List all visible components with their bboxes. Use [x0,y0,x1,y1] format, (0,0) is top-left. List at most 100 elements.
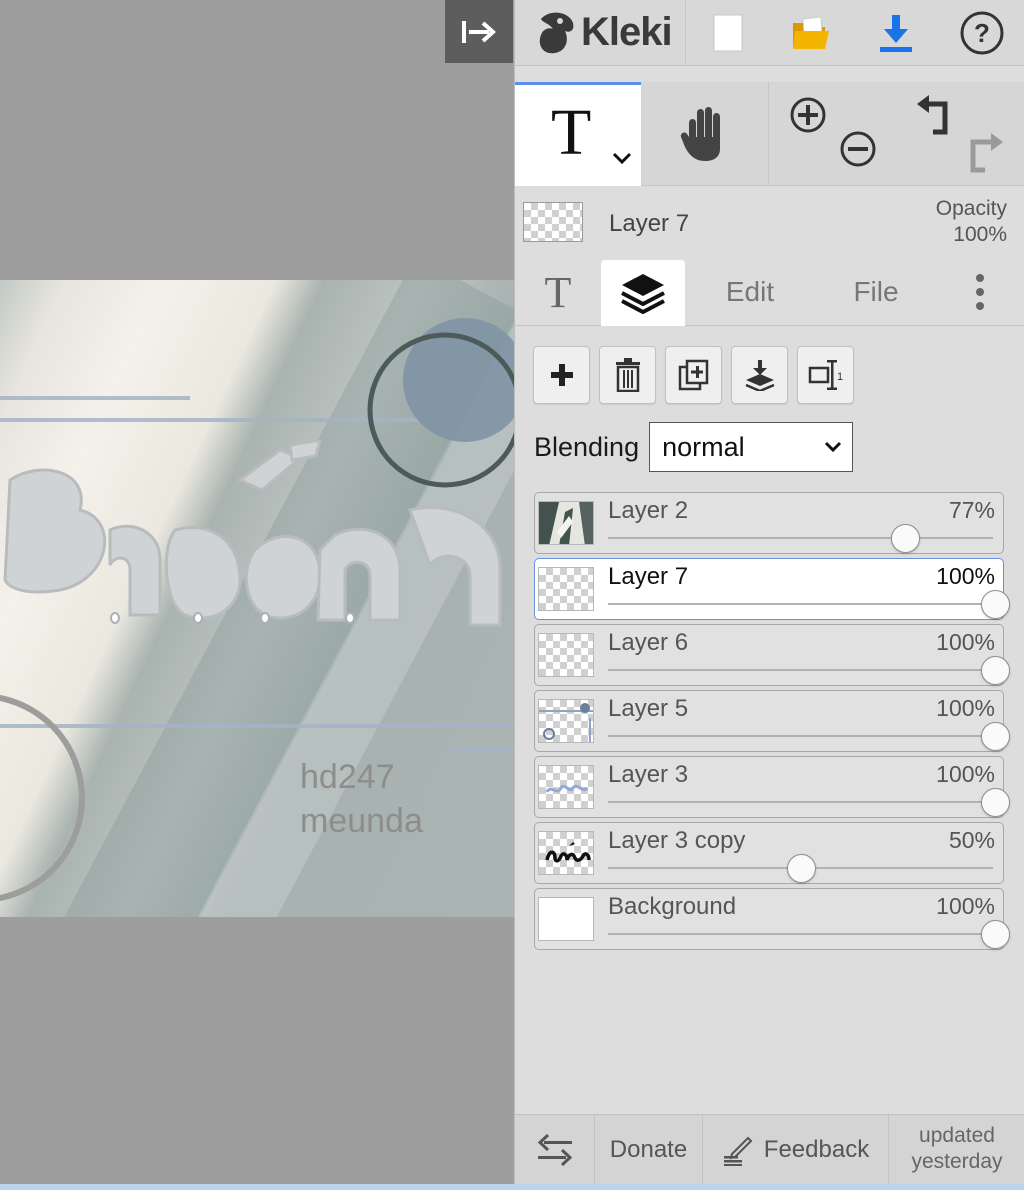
undo-button[interactable] [915,94,955,141]
kleki-logo-icon [539,12,574,54]
opacity-slider-track[interactable] [608,669,993,671]
update-status-line1: updated [919,1124,995,1147]
feedback-label: Feedback [763,1136,870,1163]
rename-icon: 1 [808,360,843,390]
layer-opacity: 77% [948,497,995,523]
merge-down-button[interactable] [731,346,788,404]
layer-opacity: 100% [936,893,995,919]
drawing-canvas[interactable]: hd247 meunda [0,280,514,917]
opacity-slider-handle[interactable] [980,590,1010,619]
opacity-slider-handle[interactable] [980,920,1010,949]
opacity-slider-track[interactable] [608,801,993,803]
hand-tool-button[interactable] [641,82,769,186]
layer-name: Layer 5 [608,695,689,722]
add-layer-button[interactable] [533,346,590,404]
artwork-text-line1: hd247 [300,758,395,796]
panel-tabs: T Edit File [515,258,1024,326]
opacity-slider-track[interactable] [608,537,993,539]
opacity-slider-track[interactable] [608,735,993,737]
app-logo[interactable]: Kleki [535,8,673,56]
update-status-line2: yesterday [911,1150,1003,1173]
top-bar: Kleki ? [515,0,1024,66]
svg-text:?: ? [974,18,990,48]
text-tool-button[interactable]: T [515,82,641,186]
layer-row[interactable]: Layer 5 100% [534,690,1010,752]
trash-icon [615,358,640,392]
layer-row[interactable]: Layer 7 100% [534,558,1010,620]
layer-thumbnail [538,699,594,743]
download-icon [880,15,912,52]
duplicate-layer-button[interactable] [665,346,722,404]
redo-button[interactable] [965,132,1005,179]
redo-icon [970,133,1003,173]
hand-icon [680,107,720,161]
layer-name: Layer 3 copy [608,827,746,854]
open-image-button[interactable] [769,0,853,66]
current-layer-info: Layer 7 Opacity 100% [515,190,1024,258]
feedback-button[interactable]: Feedback [703,1115,889,1185]
layer-name: Layer 7 [608,563,689,590]
canvas-area[interactable]: hd247 meunda [0,0,514,1190]
merge-down-icon [745,360,774,391]
zoom-out-button[interactable] [839,130,877,173]
opacity-slider-track[interactable] [608,603,993,605]
layer-thumbnail [538,633,594,677]
opacity-slider-track[interactable] [608,933,993,935]
layer-row[interactable]: Background 100% [534,888,1010,950]
new-image-button[interactable] [685,0,769,66]
tab-layers[interactable] [601,260,685,326]
zoom-in-button[interactable] [789,96,827,139]
layer-opacity: 100% [936,761,995,787]
help-button[interactable]: ? [939,0,1024,66]
tab-file[interactable]: File [821,258,931,326]
delete-layer-button[interactable] [599,346,656,404]
layer-row[interactable]: Layer 3 100% [534,756,1010,818]
tab-edit[interactable]: Edit [695,258,805,326]
opacity-slider-handle[interactable] [787,854,816,883]
opacity-slider-handle[interactable] [980,788,1010,817]
layer-list: Layer 2 77% Layer 7 100% Layer 6 100% La… [534,492,1010,954]
collapse-sidebar-button[interactable] [445,0,513,63]
artwork-lettering [3,440,502,627]
current-layer-name: Layer 7 [609,210,690,237]
opacity-slider-handle[interactable] [980,722,1010,751]
layer-name: Layer 3 [608,761,689,788]
tool-row: T [515,82,1024,186]
more-menu-button[interactable] [955,258,1005,326]
donate-button[interactable]: Donate [595,1115,703,1185]
new-image-icon [713,14,742,52]
blending-value: normal [662,431,745,462]
chevron-down-icon[interactable] [611,151,633,165]
layer-thumbnail [538,765,594,809]
bottom-strip [0,1184,1024,1190]
footer: Donate Feedback updated yesterday [515,1114,1024,1185]
opacity-slider-handle[interactable] [891,524,921,553]
duplicate-icon [678,359,708,391]
layer-name: Background [608,893,737,920]
undo-icon [917,95,948,135]
update-status[interactable]: updated yesterday [889,1115,1024,1185]
layer-row[interactable]: Layer 2 77% [534,492,1004,554]
layer-row[interactable]: Layer 3 copy 50% [534,822,1004,884]
rename-layer-button[interactable]: 1 [797,346,854,404]
swap-arrows-icon [537,1133,572,1167]
zoom-out-icon [840,131,876,167]
layer-thumbnail [538,831,594,875]
current-layer-thumbnail [523,202,583,242]
tab-text-tool[interactable]: T [515,258,601,326]
swap-side-button[interactable] [515,1115,595,1185]
opacity-value: 100% [953,223,1007,246]
plus-icon [550,364,573,386]
layer-row[interactable]: Layer 6 100% [534,624,1010,686]
text-tool-glyph: T [551,96,592,169]
layers-icon [621,274,665,314]
opacity-slider-handle[interactable] [980,656,1010,685]
opacity-readout: Opacity 100% [936,196,1007,248]
save-download-button[interactable] [853,0,939,66]
layer-actions: 1 [533,346,854,404]
blending-select[interactable]: normal [649,422,854,472]
help-icon: ? [960,11,1004,55]
sidebar: Kleki ? T Layer 7 Opacity 100% T Edit Fi… [514,0,1024,1190]
layer-opacity: 100% [936,563,995,589]
logo-text: Kleki [581,9,673,54]
